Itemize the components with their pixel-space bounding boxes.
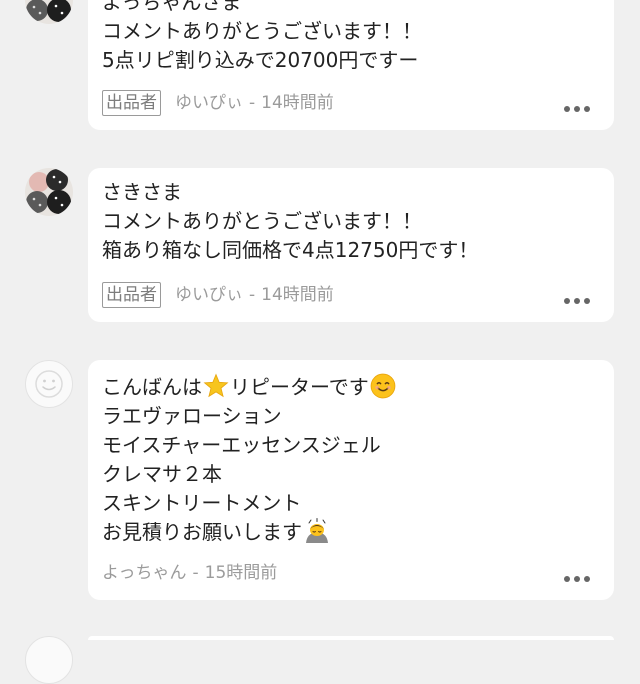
comment-meta: 出品者 ゆいぴぃ - 14時間前 (102, 90, 334, 116)
author-name[interactable]: ゆいぴぃ (175, 282, 243, 308)
more-dots-icon[interactable] (564, 576, 590, 582)
seller-badge: 出品者 (102, 282, 161, 308)
comment-line: さきさま (102, 180, 182, 204)
comment-time: 14時間前 (261, 93, 334, 113)
comment-bubble: さきさま コメントありがとうございます！！ 箱あり箱なし同価格で4点12750円… (88, 168, 614, 322)
comment-text: こんばんは リピーターです ラエヴァローション モイスチャーエッセンスジェル クレ… (102, 373, 397, 547)
dotted-pattern-avatar-icon (25, 168, 73, 216)
comment-line: 5点リピ割り込みで20700円ですー (102, 48, 419, 72)
more-dots-icon[interactable] (564, 106, 590, 112)
author-name[interactable]: ゆいぴぃ (175, 90, 243, 116)
smiling-face-emoji-icon (370, 373, 396, 399)
star-emoji-icon (203, 373, 229, 399)
comment-time: 14時間前 (261, 285, 334, 305)
comment-meta: よっちゃん - 15時間前 (102, 560, 277, 586)
comment-line: コメントありがとうございます！！ (102, 209, 422, 233)
comment-line: クレマサ２本 (102, 462, 222, 486)
comment-meta: 出品者 ゆいぴぃ - 14時間前 (102, 282, 334, 308)
commenter-avatar[interactable] (25, 636, 73, 684)
author-name[interactable]: よっちゃん (102, 560, 187, 586)
dotted-pattern-avatar-icon (25, 0, 73, 24)
comment-line: ラエヴァローション (102, 404, 282, 428)
comment-bubble: よっちゃんさま コメントありがとうございます！！ 5点リピ割り込みで20700円… (88, 0, 614, 130)
commenter-avatar[interactable] (25, 360, 73, 408)
comment-bubble (88, 636, 614, 640)
comment-bubble: こんばんは リピーターです ラエヴァローション モイスチャーエッセンスジェル クレ… (88, 360, 614, 600)
comment-line: お見積りお願いします (102, 518, 397, 547)
comment-line: 箱あり箱なし同価格で4点12750円です！ (102, 238, 479, 262)
commenter-avatar[interactable] (25, 0, 73, 24)
comment-line-text: こんばんは (102, 375, 202, 399)
comment-line: こんばんは リピーターです (102, 373, 397, 402)
comment-text: よっちゃんさま コメントありがとうございます！！ 5点リピ割り込みで20700円… (102, 0, 422, 75)
comment-line-text: お見積りお願いします (102, 520, 302, 544)
more-dots-icon[interactable] (564, 298, 590, 304)
comment-time: 15時間前 (204, 563, 278, 583)
meta-separator: - (249, 93, 256, 113)
default-face-avatar-icon (35, 370, 63, 398)
meta-separator: - (249, 285, 256, 305)
comment-line: スキントリートメント (102, 491, 302, 515)
comment-line: よっちゃんさま (102, 0, 242, 14)
meta-separator: - (192, 563, 199, 583)
seller-badge: 出品者 (102, 90, 161, 116)
comment-text: さきさま コメントありがとうございます！！ 箱あり箱なし同価格で4点12750円… (102, 178, 478, 265)
commenter-avatar[interactable] (25, 168, 73, 216)
comment-line: コメントありがとうございます！！ (102, 19, 422, 43)
bowing-person-emoji-icon (303, 518, 331, 544)
comment-line-text: リピーターです (230, 375, 369, 399)
comment-line: モイスチャーエッセンスジェル (102, 433, 381, 457)
